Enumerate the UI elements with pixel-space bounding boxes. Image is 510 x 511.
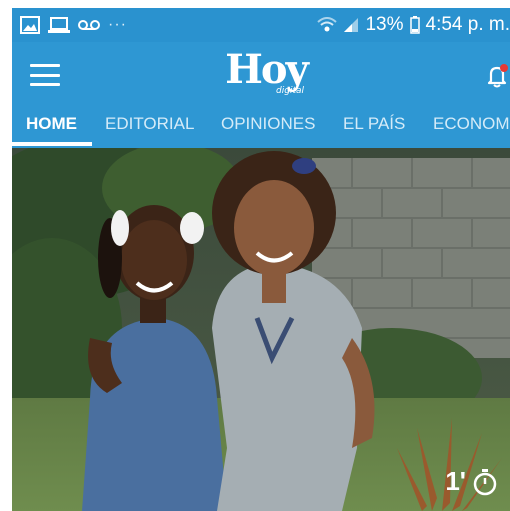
logo-subtext: digital bbox=[276, 86, 304, 96]
signal-icon bbox=[343, 17, 359, 33]
article-photo bbox=[12, 148, 510, 511]
featured-article-image[interactable]: 1' bbox=[12, 148, 510, 511]
app-bar: Hoy digital bbox=[12, 42, 510, 108]
tab-editorial[interactable]: EDITORIAL bbox=[105, 108, 194, 140]
tab-el-pais[interactable]: EL PAÍS bbox=[343, 108, 405, 140]
category-tabs: HOME EDITORIAL OPINIONES EL PAÍS ECONOM bbox=[12, 108, 510, 146]
hoy-logo[interactable]: Hoy digital bbox=[218, 50, 314, 100]
wifi-icon bbox=[317, 17, 338, 33]
notification-dot bbox=[500, 64, 508, 72]
notifications-button[interactable] bbox=[484, 62, 510, 90]
status-left: ··· bbox=[20, 16, 127, 34]
overflow-dots: ··· bbox=[108, 16, 127, 33]
battery-percent: 13% bbox=[365, 14, 404, 35]
laptop-icon bbox=[48, 16, 70, 34]
image-icon bbox=[20, 16, 40, 34]
logo-text: Hoy bbox=[225, 46, 309, 93]
menu-button[interactable] bbox=[30, 64, 60, 86]
tab-economia[interactable]: ECONOM bbox=[433, 108, 510, 140]
status-bar: ··· 13% 4:54 p. m. bbox=[12, 8, 510, 42]
battery-icon bbox=[409, 16, 420, 34]
read-time-value: 1' bbox=[445, 466, 466, 496]
bell-icon bbox=[487, 64, 508, 88]
menu-icon-bar bbox=[30, 64, 60, 67]
tab-home[interactable]: HOME bbox=[26, 108, 77, 140]
tab-opiniones[interactable]: OPINIONES bbox=[221, 108, 315, 140]
status-right: 13% 4:54 p. m. bbox=[317, 14, 510, 36]
read-time-indicator: 1' bbox=[445, 466, 498, 497]
menu-icon-bar bbox=[30, 83, 60, 86]
clock-time: 4:54 p. m. bbox=[425, 14, 510, 35]
menu-icon-bar bbox=[30, 73, 60, 77]
stopwatch-icon bbox=[473, 468, 497, 495]
app-screen: ··· 13% 4:54 p. m. Hoy digital HOME EDIT… bbox=[12, 8, 510, 511]
tab-indicator bbox=[12, 142, 92, 146]
voicemail-icon bbox=[78, 18, 100, 32]
